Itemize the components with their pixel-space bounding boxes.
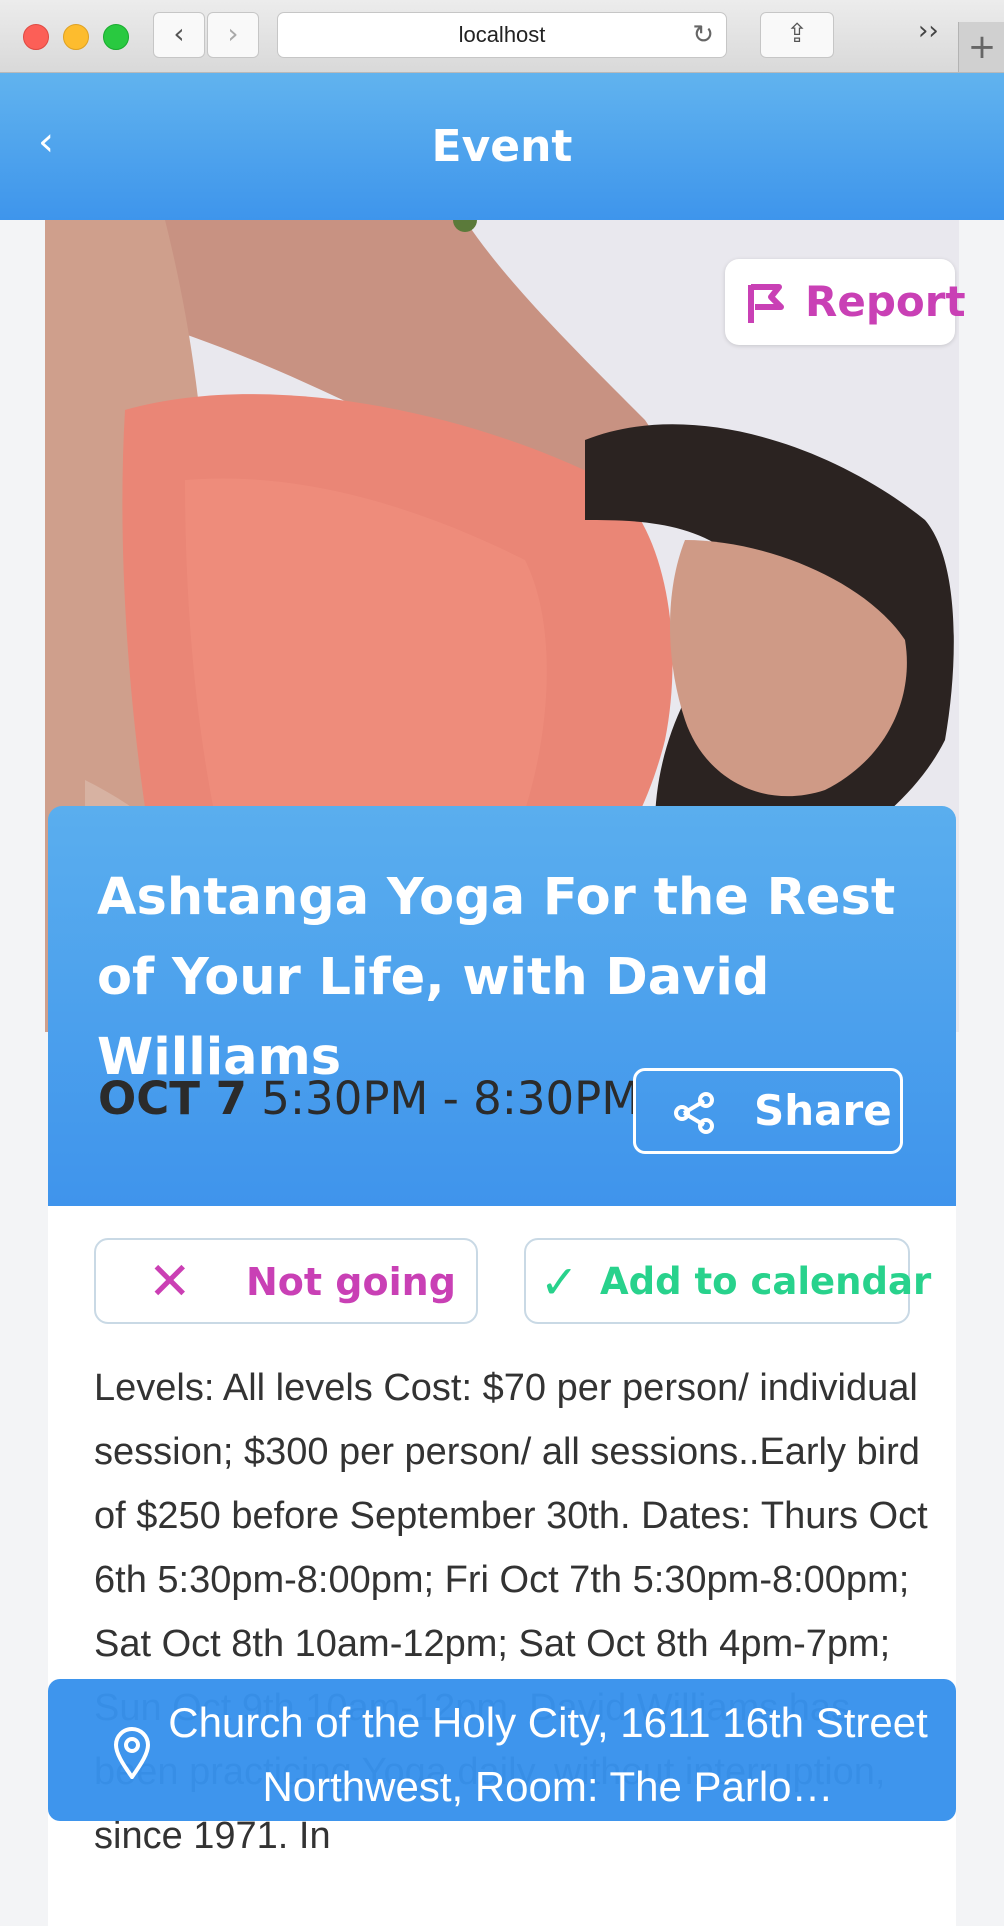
location-text: Church of the Holy City, 1611 16th Stree…	[168, 1699, 928, 1810]
address-bar[interactable]: localhost ↻	[277, 12, 727, 58]
app-header: ‹ Event	[0, 73, 1004, 220]
reload-icon[interactable]: ↻	[692, 20, 714, 50]
location-pin-icon	[113, 1727, 151, 1779]
chevron-left-icon: ‹	[173, 17, 185, 50]
event-card: Ashtanga Yoga For the Rest of Your Life,…	[48, 806, 956, 1206]
browser-forward-button[interactable]: ›	[207, 12, 259, 58]
event-date: OCT 7 5:30PM - 8:30PM	[98, 1072, 640, 1125]
window-zoom-button[interactable]	[103, 24, 129, 50]
report-button[interactable]: Report	[725, 259, 966, 345]
window-close-button[interactable]	[23, 24, 49, 50]
not-going-button[interactable]: ✕ Not going	[94, 1238, 478, 1324]
address-bar-url: localhost	[458, 22, 546, 47]
share-icon: ⇪	[786, 19, 808, 49]
overflow-icon[interactable]: ››	[918, 16, 939, 46]
add-to-calendar-label: Add to calendar	[600, 1260, 932, 1303]
close-icon: ✕	[148, 1252, 192, 1312]
add-to-calendar-button[interactable]: ✓ Add to calendar	[524, 1238, 931, 1324]
event-date-day: OCT 7	[98, 1072, 247, 1125]
browser-toolbar: ‹ › localhost ↻ ⇪ ›› +	[0, 0, 1004, 73]
event-title: Ashtanga Yoga For the Rest of Your Life,…	[97, 868, 896, 1087]
new-tab-button[interactable]: +	[958, 22, 1004, 72]
share-label: Share	[754, 1086, 892, 1135]
location-bar[interactable]: Church of the Holy City, 1611 16th Stree…	[48, 1679, 956, 1821]
report-label: Report	[805, 277, 966, 326]
page-title: Event	[431, 121, 573, 172]
browser-share-button[interactable]: ⇪	[760, 12, 834, 58]
browser-back-button[interactable]: ‹	[153, 12, 205, 58]
share-button[interactable]: Share	[633, 1068, 903, 1154]
check-icon: ✓	[540, 1255, 579, 1309]
chevron-right-icon: ›	[227, 17, 239, 50]
window-minimize-button[interactable]	[63, 24, 89, 50]
flag-icon	[748, 284, 784, 323]
share-icon	[674, 1092, 714, 1134]
not-going-label: Not going	[246, 1260, 456, 1304]
event-date-time: 5:30PM - 8:30PM	[261, 1072, 641, 1125]
